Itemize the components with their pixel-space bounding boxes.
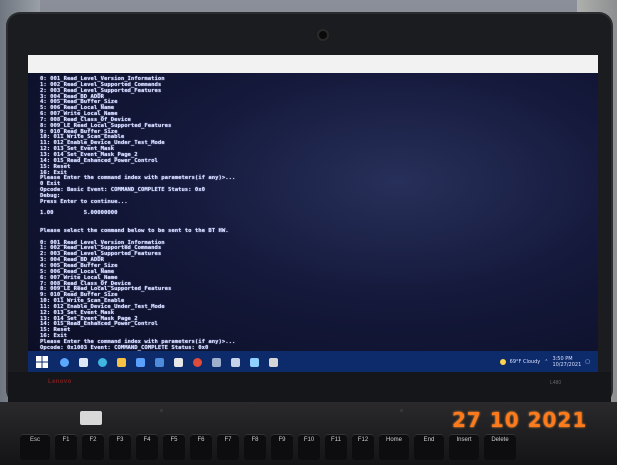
- key-f1[interactable]: F1: [55, 434, 77, 460]
- model-label: L480: [550, 380, 562, 386]
- terminal-app-icon[interactable]: [174, 357, 183, 367]
- settings-icon[interactable]: [212, 357, 221, 367]
- key-insert[interactable]: Insert: [449, 434, 479, 460]
- clock-date: 10/27/2021: [552, 362, 582, 368]
- key-f5[interactable]: F5: [163, 434, 185, 460]
- key-delete[interactable]: Delete: [484, 434, 516, 460]
- app-icon[interactable]: [269, 357, 278, 367]
- notification-icon[interactable]: ▢: [585, 359, 590, 365]
- laptop-screen: 0: 001_Read_Level_Version_Information 1: …: [28, 55, 598, 373]
- key-f7[interactable]: F7: [217, 434, 239, 460]
- network-icon[interactable]: ⌃: [544, 359, 548, 365]
- clock[interactable]: 3:50 PM 10/27/2021: [552, 356, 581, 368]
- chrome-icon[interactable]: [193, 357, 202, 367]
- webcam: [319, 31, 327, 39]
- weather-icon: [499, 359, 506, 365]
- system-tray: 69°F Cloudy ⌃ 3:50 PM 10/27/2021 ▢: [499, 356, 590, 368]
- mail-icon[interactable]: [155, 357, 164, 367]
- weather-status[interactable]: 69°F Cloudy: [510, 359, 541, 365]
- windows-start-icon[interactable]: [34, 354, 50, 370]
- photo-date-stamp: 27 10 2021: [452, 408, 588, 432]
- task-view-icon[interactable]: [79, 357, 88, 367]
- key-f8[interactable]: F8: [244, 434, 266, 460]
- terminal-output: 0: 001_Read_Level_Version_Information 1: …: [40, 76, 580, 362]
- indicator-dot: [400, 409, 403, 412]
- store-icon[interactable]: [136, 357, 145, 367]
- key-end[interactable]: End: [414, 434, 444, 460]
- key-f10[interactable]: F10: [298, 434, 320, 460]
- window-titlebar: [28, 55, 598, 73]
- function-key-row: Esc F1 F2 F3 F4 F5 F6 F7 F8 F9 F10 F11 F12 Home End Ins…: [20, 434, 610, 460]
- taskbar: 69°F Cloudy ⌃ 3:50 PM 10/27/2021 ▢: [28, 351, 598, 373]
- key-f3[interactable]: F3: [109, 434, 131, 460]
- key-esc[interactable]: Esc: [20, 434, 50, 460]
- indicator-dot: [160, 409, 163, 412]
- key-f9[interactable]: F9: [271, 434, 293, 460]
- key-f4[interactable]: F4: [136, 434, 158, 460]
- search-icon[interactable]: [60, 357, 69, 367]
- hinge: [80, 411, 102, 425]
- key-f11[interactable]: F11: [325, 434, 347, 460]
- key-f6[interactable]: F6: [190, 434, 212, 460]
- bezel-chin: [8, 372, 611, 402]
- app-icon[interactable]: [250, 357, 259, 367]
- app-icon[interactable]: [231, 357, 240, 367]
- folder-icon[interactable]: [117, 357, 126, 367]
- key-f2[interactable]: F2: [82, 434, 104, 460]
- brand-logo: Lenovo: [48, 379, 72, 385]
- key-f12[interactable]: F12: [352, 434, 374, 460]
- edge-icon[interactable]: [98, 357, 107, 367]
- key-home[interactable]: Home: [379, 434, 409, 460]
